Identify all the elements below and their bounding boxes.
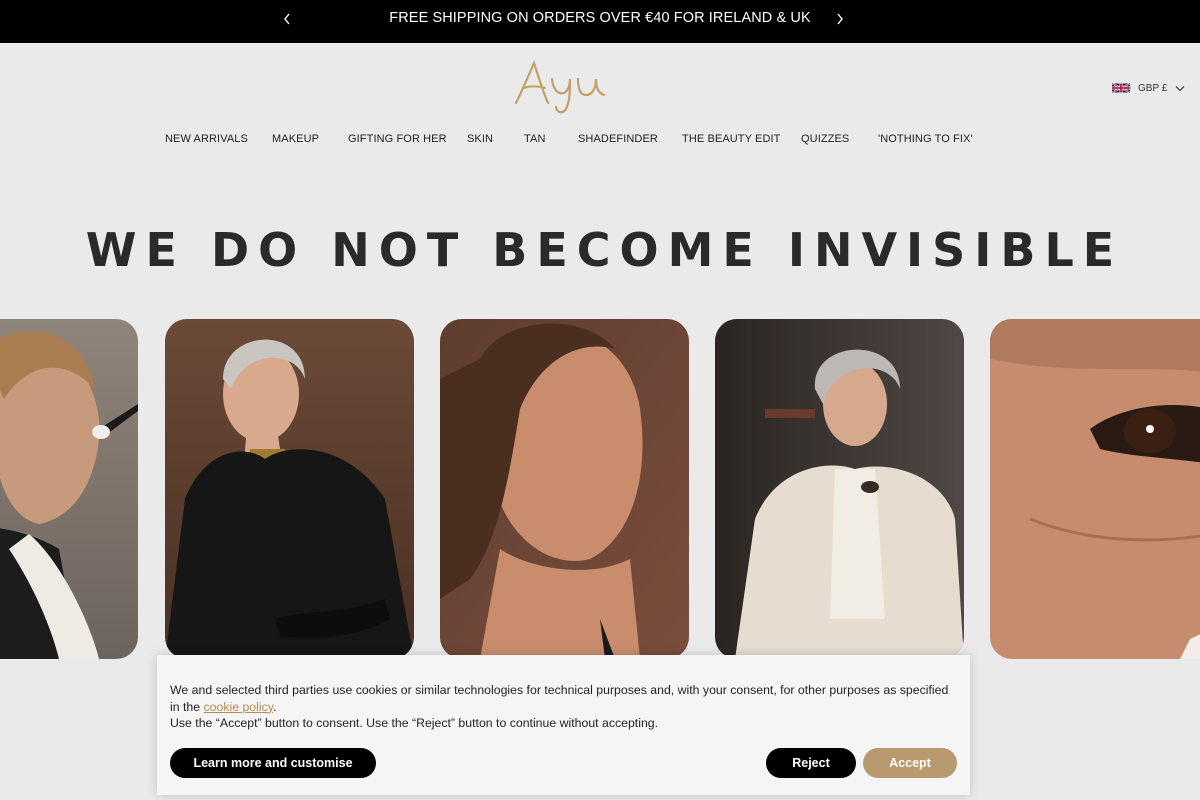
nav-shadefinder[interactable]: SHADEFINDER <box>578 133 658 145</box>
cookie-text-period: . <box>273 699 277 714</box>
image-carousel <box>0 319 1200 661</box>
cookie-text-line1: We and selected third parties use cookie… <box>170 683 949 714</box>
carousel-card-eye-closeup[interactable] <box>990 319 1200 659</box>
ayu-logo[interactable] <box>508 57 618 117</box>
nav-tan[interactable]: TAN <box>524 133 545 145</box>
nav-gifting-for-her[interactable]: GIFTING FOR HER <box>348 133 447 145</box>
nav-nothing-to-fix[interactable]: 'NOTHING TO FIX' <box>878 133 973 145</box>
nav-the-beauty-edit[interactable]: THE BEAUTY EDIT <box>682 133 780 145</box>
accept-cookies-button[interactable]: Accept <box>863 748 957 778</box>
silver-hair-black-coat-photo <box>165 319 414 659</box>
main-navigation: NEW ARRIVALS MAKEUP GIFTING FOR HER SKIN… <box>0 133 1200 149</box>
currency-selector[interactable]: GBP £ <box>1112 80 1185 96</box>
site-header: GBP £ NEW ARRIVALS MAKEUP GIFTING FOR HE… <box>0 43 1200 183</box>
hero-title: WE DO NOT BECOME INVISIBLE <box>85 223 1124 277</box>
carousel-card-woman-makeup-brush[interactable] <box>0 319 138 659</box>
learn-more-customise-button[interactable]: Learn more and customise <box>170 748 376 778</box>
woman-beige-coat-photo <box>715 319 964 659</box>
carousel-card-silver-hair-black-coat[interactable] <box>165 319 414 659</box>
next-announcement-button[interactable] <box>827 6 853 32</box>
announcement-bar: FREE SHIPPING ON ORDERS OVER €40 FOR IRE… <box>0 0 1200 43</box>
nav-makeup[interactable]: MAKEUP <box>272 133 319 145</box>
currency-label: GBP £ <box>1138 82 1168 94</box>
announcement-text: FREE SHIPPING ON ORDERS OVER €40 FOR IRE… <box>389 10 811 26</box>
carousel-card-woman-beige-coat-lipstick[interactable] <box>715 319 964 659</box>
woman-profile-brown-photo <box>440 319 689 659</box>
woman-makeup-brush-photo <box>0 319 138 659</box>
nav-skin[interactable]: SKIN <box>467 133 493 145</box>
cookie-policy-link[interactable]: cookie policy <box>204 700 274 714</box>
nav-new-arrivals[interactable]: NEW ARRIVALS <box>165 133 248 145</box>
carousel-card-woman-profile-brown[interactable] <box>440 319 689 659</box>
eye-closeup-photo <box>990 319 1200 659</box>
chevron-down-icon <box>1175 85 1185 91</box>
reject-cookies-button[interactable]: Reject <box>766 748 856 778</box>
cookie-text-line2: Use the “Accept” button to consent. Use … <box>170 716 659 730</box>
chevron-right-icon <box>837 13 843 25</box>
cookie-consent-text: We and selected third parties use cookie… <box>170 682 960 732</box>
nav-quizzes[interactable]: QUIZZES <box>801 133 849 145</box>
uk-flag-icon <box>1112 82 1130 94</box>
cookie-consent-banner: We and selected third parties use cookie… <box>157 655 970 795</box>
